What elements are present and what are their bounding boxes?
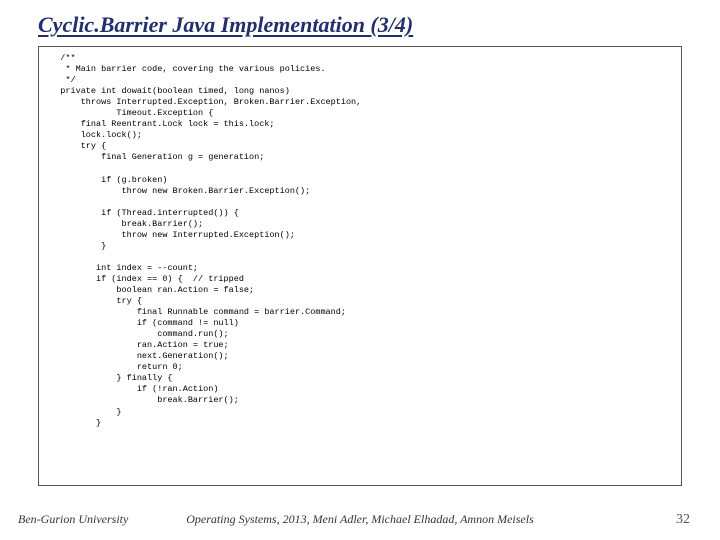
footer-university: Ben-Gurion University bbox=[18, 512, 128, 527]
code-listing: /** * Main barrier code, covering the va… bbox=[45, 53, 673, 429]
footer: Ben-Gurion University Operating Systems,… bbox=[0, 512, 720, 528]
code-box: /** * Main barrier code, covering the va… bbox=[38, 46, 682, 486]
slide-title: Cyclic.Barrier Java Implementation (3/4) bbox=[38, 12, 682, 38]
page-number: 32 bbox=[676, 512, 690, 528]
footer-course: Operating Systems, 2013, Meni Adler, Mic… bbox=[186, 512, 534, 527]
slide: Cyclic.Barrier Java Implementation (3/4)… bbox=[0, 0, 720, 540]
